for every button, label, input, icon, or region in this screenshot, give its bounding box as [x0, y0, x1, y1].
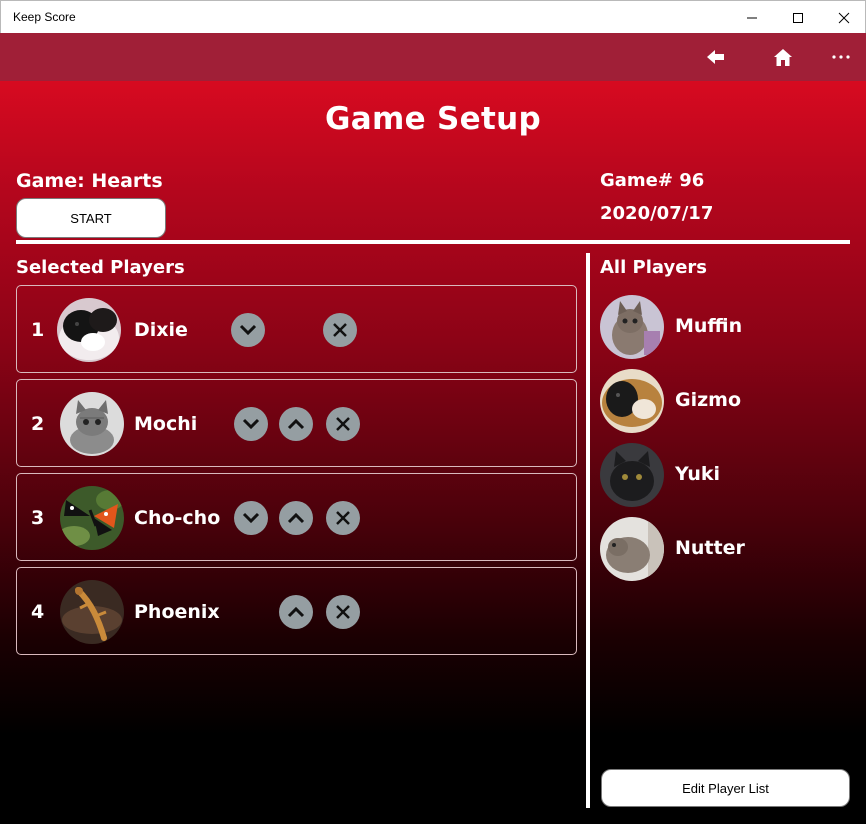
all-player-item[interactable]: Muffin: [600, 295, 840, 359]
guinea-pig-avatar: [57, 298, 121, 362]
edit-player-list-button[interactable]: Edit Player List: [601, 769, 850, 807]
player-name: Muffin: [675, 315, 743, 337]
move-up-button[interactable]: [279, 407, 313, 441]
move-down-button[interactable]: [231, 313, 265, 347]
black-cat-avatar: [600, 443, 664, 507]
chevron-down-icon: [239, 324, 257, 336]
all-player-item[interactable]: Yuki: [600, 443, 840, 507]
remove-player-button[interactable]: [326, 595, 360, 629]
player-index: 1: [31, 319, 45, 341]
game-number: Game# 96: [600, 170, 705, 191]
chevron-down-icon: [242, 512, 260, 524]
player-name: Nutter: [675, 537, 745, 559]
game-date: 2020/07/17: [600, 203, 714, 224]
remove-player-button[interactable]: [323, 313, 357, 347]
squirrel-avatar: [600, 517, 664, 581]
butterfly-avatar: [60, 486, 124, 550]
start-button[interactable]: START: [16, 198, 166, 238]
close-icon: [336, 605, 350, 619]
close-icon: [336, 417, 350, 431]
close-icon: [336, 511, 350, 525]
move-up-button[interactable]: [279, 595, 313, 629]
lizard-avatar: [60, 580, 124, 644]
remove-player-button[interactable]: [326, 501, 360, 535]
all-player-item[interactable]: Nutter: [600, 517, 840, 581]
more-button[interactable]: [823, 39, 859, 75]
maximize-icon: [793, 12, 803, 23]
game-name: Game: Hearts: [16, 170, 163, 192]
home-icon: [774, 48, 792, 66]
minimize-button[interactable]: [729, 1, 775, 34]
vertical-divider: [586, 253, 590, 808]
horizontal-divider: [16, 240, 850, 244]
player-name: Yuki: [675, 463, 721, 485]
page-title: Game Setup: [325, 101, 541, 137]
remove-player-button[interactable]: [326, 407, 360, 441]
app-bar: [0, 33, 866, 81]
player-name: Dixie: [134, 319, 188, 341]
window-title: Keep Score: [13, 10, 76, 24]
selected-player-card[interactable]: 4 Phoenix: [16, 567, 577, 655]
back-arrow-icon: [707, 50, 724, 64]
all-players-label: All Players: [600, 257, 708, 278]
all-player-item[interactable]: Gizmo: [600, 369, 840, 433]
player-name: Cho-cho: [134, 507, 221, 529]
kitten-avatar: [60, 392, 124, 456]
player-index: 4: [31, 601, 45, 623]
guinea-pig-avatar: [600, 369, 664, 433]
selected-players-label: Selected Players: [16, 257, 185, 278]
move-up-button[interactable]: [279, 501, 313, 535]
more-icon: [832, 55, 850, 59]
move-down-button[interactable]: [234, 407, 268, 441]
player-name: Mochi: [134, 413, 198, 435]
chevron-up-icon: [287, 606, 305, 618]
close-icon: [838, 12, 850, 23]
kitten-avatar: [600, 295, 664, 359]
back-button[interactable]: [698, 39, 734, 75]
close-icon: [333, 323, 347, 337]
selected-player-card[interactable]: 3 Cho-cho: [16, 473, 577, 561]
player-index: 2: [31, 413, 45, 435]
selected-player-card[interactable]: 2 Mochi: [16, 379, 577, 467]
selected-player-card[interactable]: 1 Dixie: [16, 285, 577, 373]
chevron-up-icon: [287, 418, 305, 430]
window-titlebar: Keep Score: [0, 0, 866, 33]
player-name: Phoenix: [134, 601, 220, 623]
game-setup-page: Game Setup Game: Hearts START Game# 96 2…: [0, 81, 866, 824]
maximize-button[interactable]: [775, 1, 821, 34]
chevron-down-icon: [242, 418, 260, 430]
home-button[interactable]: [765, 39, 801, 75]
chevron-up-icon: [287, 512, 305, 524]
close-button[interactable]: [821, 1, 866, 34]
player-name: Gizmo: [675, 389, 742, 411]
player-index: 3: [31, 507, 45, 529]
minimize-icon: [747, 17, 757, 18]
move-down-button[interactable]: [234, 501, 268, 535]
